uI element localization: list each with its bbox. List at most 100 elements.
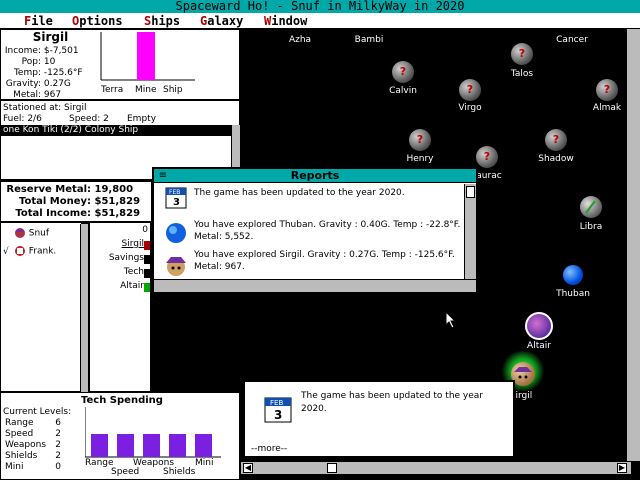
star-virgo-icon[interactable]: ? — [459, 79, 481, 101]
spend-bar-shields — [169, 434, 186, 457]
scroll-thumb[interactable] — [327, 463, 337, 473]
star-label-talos[interactable]: Talos — [482, 69, 562, 79]
compare-panel: 0 Sirgil Savings Tech Altair — [89, 222, 151, 392]
star-label-cancer[interactable]: Cancer — [532, 35, 612, 45]
reports-scrollbar[interactable] — [464, 184, 476, 279]
tech-swatch — [144, 269, 150, 278]
reports-title[interactable]: Reports — [154, 169, 476, 183]
tech-panel: Tech Spending Current Levels: Range 6 Spe… — [0, 392, 240, 480]
stat-temp: Temp: -125.6°F — [13, 68, 83, 78]
hat-planet-icon — [164, 253, 188, 277]
scroll-right-button[interactable]: ▶ — [617, 463, 627, 473]
reports-scroll-thumb[interactable] — [466, 186, 475, 198]
compare-savings[interactable]: Savings — [109, 253, 144, 264]
report-item-2: You have explored Thuban. Gravity : 0.40… — [194, 220, 461, 242]
chart-label-terra: Terra — [100, 85, 123, 95]
axis-shields: Shields — [163, 467, 196, 477]
star-label-azha[interactable]: Azha — [260, 35, 340, 45]
total-money: Total Money: $51,829 — [18, 196, 141, 207]
stat-pop: Pop: 10 — [21, 57, 56, 67]
compare-sirgil[interactable]: Sirgil — [122, 239, 144, 250]
fleet-row[interactable]: one Kon Tiki (2/2) Colony Ship — [1, 125, 233, 136]
map-vertical-scrollbar[interactable] — [626, 29, 640, 461]
report-cal-month: FEB — [169, 189, 180, 196]
compare-altair[interactable]: Altair — [120, 281, 144, 292]
notify-cal-day: 3 — [274, 408, 282, 422]
players-panel: Snuf √ Frank. — [0, 222, 82, 392]
libra-planet-icon — [585, 200, 596, 214]
chart-label-ship: Ship — [163, 85, 183, 95]
star-talos-icon[interactable]: ? — [511, 43, 533, 65]
star-libra-icon[interactable] — [580, 196, 602, 218]
fuel-value: Fuel: 2/6 — [3, 114, 42, 124]
star-label-calvin[interactable]: Calvin — [363, 86, 443, 96]
altair-swatch — [144, 283, 150, 292]
calendar-icon: FEB 3 — [164, 185, 188, 209]
savings-swatch — [144, 255, 150, 264]
star-label-libra[interactable]: Libra — [551, 222, 631, 232]
current-levels-title: Current Levels: — [3, 407, 72, 417]
menu-bar: File Options Ships Galaxy Window — [0, 13, 640, 29]
reports-window[interactable]: Reports ≡ FEB 3 The game has been update… — [152, 167, 478, 294]
axis-range: Range — [85, 458, 114, 468]
reports-hscrollbar[interactable] — [154, 279, 476, 292]
star-aurac-icon[interactable]: ? — [476, 146, 498, 168]
axis-mini: Mini — [195, 458, 213, 468]
compare-tech[interactable]: Tech — [124, 267, 144, 278]
star-henry-icon[interactable]: ? — [409, 129, 431, 151]
star-altair-icon[interactable] — [525, 312, 553, 340]
reports-menu-icon[interactable]: ≡ — [156, 170, 170, 181]
stat-gravity: Gravity: 0.27G — [5, 79, 71, 89]
mouse-cursor-icon — [445, 311, 457, 329]
menu-options[interactable]: Options — [72, 13, 123, 29]
star-label-shadow[interactable]: Shadow — [516, 154, 596, 164]
level-range: Range 6 — [5, 418, 61, 428]
total-income: Total Income: $51,829 — [15, 208, 141, 219]
star-almak-icon[interactable]: ? — [596, 79, 618, 101]
spend-bar-mini — [195, 434, 212, 457]
map-horizontal-scrollbar[interactable]: ◀ ▶ — [240, 461, 632, 475]
sirgil-swatch — [144, 241, 150, 250]
level-shields: Shields 2 — [5, 451, 61, 461]
planet-info-panel: Sirgil Income: $-7,501 Pop: 10 Temp: -12… — [0, 29, 240, 100]
speed-value: Speed: 2 — [69, 114, 109, 124]
star-label-bambi[interactable]: Bambi — [329, 35, 409, 45]
menu-galaxy[interactable]: Galaxy — [200, 13, 243, 29]
notification-text: The game has been updated to the year 20… — [301, 391, 484, 414]
menu-ships[interactable]: Ships — [144, 13, 180, 29]
chart-label-mine: Mine — [135, 85, 157, 95]
players-scrollbar[interactable] — [80, 224, 89, 392]
mine-bar — [137, 32, 155, 80]
star-shadow-icon[interactable]: ? — [545, 129, 567, 151]
level-weapons: Weapons 2 — [5, 440, 61, 450]
more-link[interactable]: --more-- — [251, 444, 287, 454]
player-frank[interactable]: √ Frank. — [3, 245, 56, 258]
reserve-metal: Reserve Metal: 19,800 — [6, 184, 134, 195]
scroll-left-button[interactable]: ◀ — [243, 463, 253, 473]
stat-metal: Metal: 967 — [13, 90, 62, 100]
star-label-altair[interactable]: Altair — [499, 341, 579, 351]
notification-box[interactable]: FEB 3 The game has been updated to the y… — [243, 380, 515, 458]
window-title: Spaceward Ho! - Snuf in MilkyWay in 2020 — [0, 0, 640, 13]
star-label-henry[interactable]: Henry — [380, 154, 460, 164]
menu-file[interactable]: File — [24, 13, 53, 29]
menu-window[interactable]: Window — [264, 13, 307, 29]
stationed-at: Stationed at: Sirgil — [3, 103, 87, 113]
spend-bar-range — [91, 434, 108, 457]
report-item-3: You have explored Sirgil. Gravity : 0.27… — [194, 250, 455, 272]
compare-header: 0 — [142, 225, 148, 235]
tech-levels: Range 6 Speed 2 Weapons 2 Shields 2 Mini 0 — [5, 418, 61, 473]
spending-chart[interactable]: Terra Mine Ship — [99, 30, 199, 100]
level-speed: Speed 2 — [5, 429, 61, 439]
report-item-1: The game has been updated to the year 20… — [194, 188, 405, 198]
star-calvin-icon[interactable]: ? — [392, 61, 414, 83]
tech-spending-chart[interactable]: Range Weapons Mini Speed Shields — [85, 407, 225, 477]
star-label-thuban[interactable]: Thuban — [533, 289, 613, 299]
frank-avatar-icon — [14, 246, 25, 256]
star-label-virgo[interactable]: Virgo — [430, 103, 510, 113]
level-mini: Mini 0 — [5, 462, 61, 472]
player-snuf[interactable]: Snuf — [3, 227, 49, 240]
star-thuban-icon[interactable] — [563, 265, 583, 285]
blue-planet-icon — [164, 221, 188, 245]
stat-income: Income: $-7,501 — [4, 46, 79, 56]
